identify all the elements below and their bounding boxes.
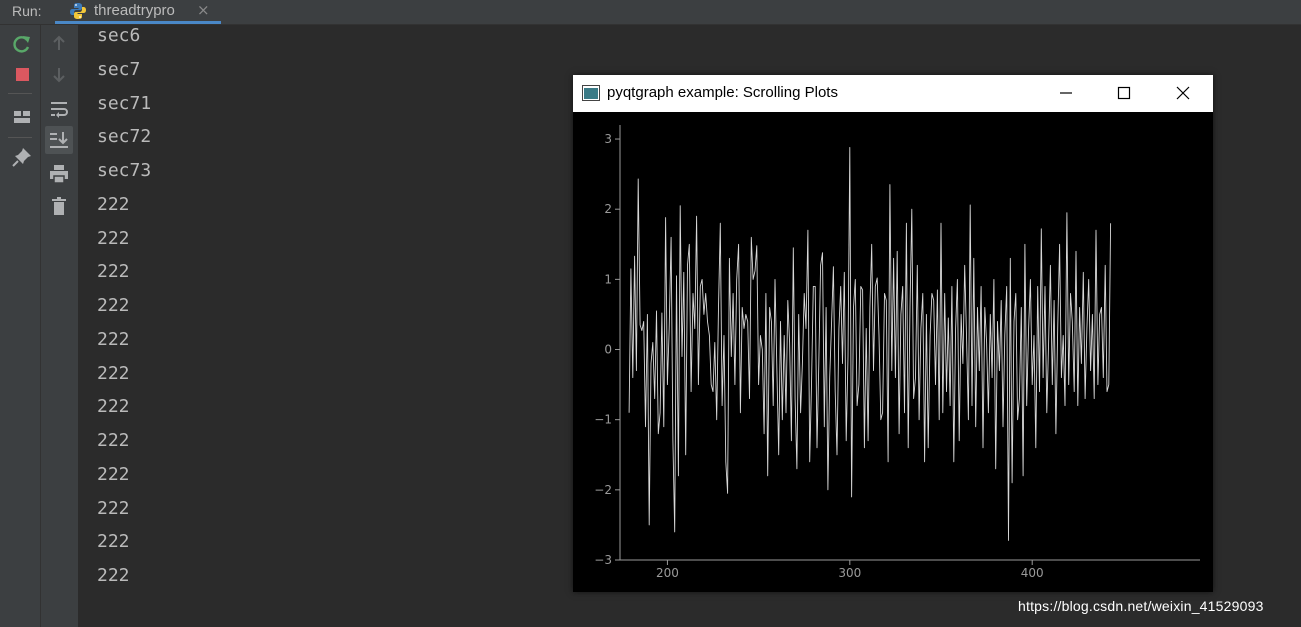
console-line: sec7: [97, 58, 141, 80]
pin-icon[interactable]: [10, 145, 34, 169]
y-tick-label: −3: [594, 553, 612, 567]
console-line: 222: [97, 362, 130, 384]
console-line: sec71: [97, 92, 152, 114]
y-tick-label: 0: [604, 343, 612, 357]
data-series-line: [628, 147, 1112, 541]
x-tick-label: 200: [656, 566, 679, 580]
y-tick-label: 3: [604, 132, 612, 146]
y-tick-label: −2: [594, 483, 612, 497]
console-line: 222: [97, 227, 130, 249]
x-tick-label: 300: [838, 566, 861, 580]
console-line: sec72: [97, 126, 152, 148]
console-line: 222: [97, 193, 130, 215]
run-label: Run:: [12, 3, 42, 19]
python-icon: [70, 3, 86, 19]
toolbar-separator: [8, 137, 32, 138]
scroll-to-end-icon[interactable]: [47, 128, 71, 152]
console-line: 222: [97, 295, 130, 316]
close-icon[interactable]: [1174, 84, 1192, 102]
rerun-icon[interactable]: [10, 32, 34, 56]
run-panel-header: Run: threadtrypro ×: [0, 0, 1301, 25]
scrolling-plot[interactable]: 3 2 1 0 −1 −2 −3 200 300 400: [573, 112, 1213, 592]
window-app-icon: [582, 85, 600, 101]
console-output[interactable]: sec6 sec7 sec71 sec72 sec73 222 222 222 222 222 22…: [97, 24, 151, 598]
console-line: 222: [97, 396, 130, 418]
window-title: pyqtgraph example: Scrolling Plots: [607, 84, 838, 101]
trash-icon[interactable]: [47, 194, 71, 218]
print-icon[interactable]: [47, 162, 71, 186]
console-line: 222: [97, 430, 130, 451]
console-line: 222: [97, 565, 130, 586]
y-tick-label: 1: [604, 272, 612, 286]
soft-wrap-icon[interactable]: [47, 97, 71, 121]
window-titlebar[interactable]: pyqtgraph example: Scrolling Plots: [573, 75, 1213, 112]
layout-icon[interactable]: [10, 105, 34, 129]
minimize-icon[interactable]: [1057, 84, 1075, 102]
watermark: https://blog.csdn.net/weixin_41529093: [1018, 598, 1264, 614]
y-tick-label: 2: [604, 202, 612, 216]
tab-title: threadtrypro: [94, 2, 175, 19]
console-line: 222: [97, 328, 130, 350]
up-arrow-icon[interactable]: [47, 31, 71, 55]
toolbar-separator: [8, 93, 32, 94]
console-line: 222: [97, 531, 130, 553]
maximize-icon[interactable]: [1115, 84, 1133, 102]
console-line: 222: [97, 497, 130, 519]
console-line: sec73: [97, 160, 152, 181]
plot-window[interactable]: pyqtgraph example: Scrolling Plots 3 2 1 0 −…: [573, 75, 1213, 592]
console-line: 222: [97, 261, 130, 283]
down-arrow-icon[interactable]: [47, 63, 71, 87]
close-tab-icon[interactable]: ×: [197, 1, 210, 19]
console-line: 222: [97, 463, 130, 485]
run-toolbar-primary: [0, 25, 41, 627]
run-tab-threadtrypro[interactable]: threadtrypro ×: [55, 0, 221, 24]
x-tick-label: 400: [1021, 566, 1044, 580]
console-line: sec6: [97, 25, 141, 46]
y-tick-label: −1: [594, 413, 612, 427]
stop-icon[interactable]: [10, 62, 34, 86]
run-toolbar-secondary: [41, 25, 78, 627]
